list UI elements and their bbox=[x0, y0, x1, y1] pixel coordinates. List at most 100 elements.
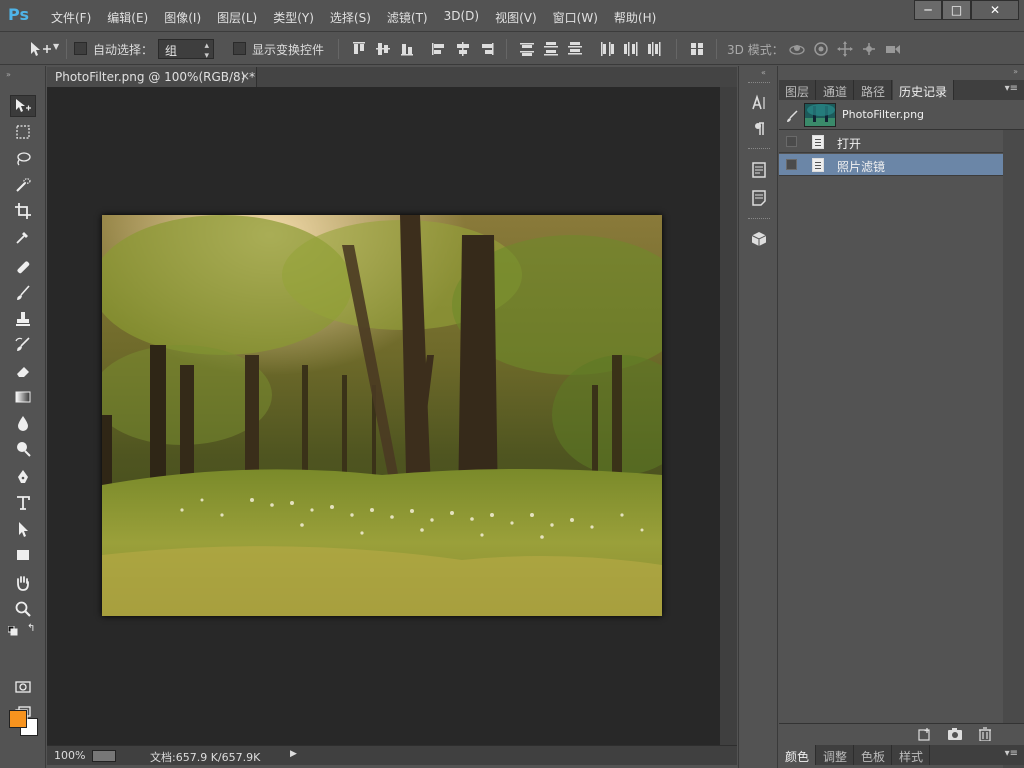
tab-swatches[interactable]: 色板 bbox=[855, 745, 893, 765]
dock-collapse-icon[interactable]: « bbox=[761, 68, 766, 77]
tab-history[interactable]: 历史记录 bbox=[893, 80, 955, 100]
new-document-from-state-icon[interactable] bbox=[917, 727, 933, 741]
minimize-button[interactable]: ─ bbox=[914, 0, 942, 20]
history-source-checkbox[interactable] bbox=[786, 136, 797, 147]
zoom-tool-icon[interactable] bbox=[10, 598, 36, 620]
align-vcenter-icon[interactable] bbox=[374, 40, 392, 58]
new-snapshot-icon[interactable] bbox=[947, 727, 963, 741]
distribute-bottom-icon[interactable] bbox=[566, 40, 584, 58]
tab-channels[interactable]: 通道 bbox=[817, 80, 855, 100]
history-item-selected[interactable]: 照片滤镜 bbox=[779, 154, 1003, 176]
maximize-button[interactable]: □ bbox=[942, 0, 971, 20]
shape-tool-icon[interactable] bbox=[10, 544, 36, 566]
distribute-vcenter-icon[interactable] bbox=[542, 40, 560, 58]
align-hcenter-icon[interactable] bbox=[454, 40, 472, 58]
tab-paths[interactable]: 路径 bbox=[855, 80, 893, 100]
align-right-icon[interactable] bbox=[478, 40, 496, 58]
swap-colors-icon[interactable]: ↰ bbox=[27, 623, 35, 634]
move-tool-icon[interactable] bbox=[10, 95, 36, 117]
panel-menu-icon[interactable]: ▾≡ bbox=[1005, 83, 1018, 94]
character-panel-icon[interactable] bbox=[748, 92, 770, 114]
3d-panel-icon[interactable] bbox=[748, 228, 770, 250]
properties-panel-icon[interactable] bbox=[748, 159, 770, 181]
menu-select[interactable]: 选择(S) bbox=[322, 9, 379, 26]
move-tool-preset-icon[interactable] bbox=[26, 40, 51, 58]
tab-adjustments[interactable]: 调整 bbox=[817, 745, 855, 765]
close-button[interactable]: ✕ bbox=[971, 0, 1019, 20]
vertical-scrollbar[interactable] bbox=[720, 87, 737, 745]
zoom-level[interactable]: 100% bbox=[54, 749, 85, 762]
menu-filter[interactable]: 滤镜(T) bbox=[379, 9, 436, 26]
align-left-icon[interactable] bbox=[430, 40, 448, 58]
history-item[interactable]: 打开 bbox=[779, 131, 1003, 153]
3d-roll-icon[interactable] bbox=[812, 40, 830, 58]
tab-styles[interactable]: 样式 bbox=[893, 745, 931, 765]
menu-window[interactable]: 窗口(W) bbox=[545, 9, 606, 26]
3d-orbit-icon[interactable] bbox=[788, 40, 806, 58]
distribute-hcenter-icon[interactable] bbox=[622, 40, 640, 58]
panel-collapse-icon[interactable]: » bbox=[6, 70, 11, 79]
type-tool-icon[interactable] bbox=[10, 492, 36, 514]
3d-slide-icon[interactable] bbox=[860, 40, 878, 58]
menu-view[interactable]: 视图(V) bbox=[487, 9, 545, 26]
bottom-panel-menu-icon[interactable]: ▾≡ bbox=[1005, 748, 1018, 759]
align-top-icon[interactable] bbox=[350, 40, 368, 58]
gradient-tool-icon[interactable] bbox=[10, 386, 36, 408]
delete-state-icon[interactable] bbox=[977, 727, 993, 742]
menu-3d[interactable]: 3D(D) bbox=[436, 9, 487, 26]
menu-help[interactable]: 帮助(H) bbox=[606, 9, 664, 26]
distribute-top-icon[interactable] bbox=[518, 40, 536, 58]
history-brush-tool-icon[interactable] bbox=[10, 334, 36, 356]
lasso-tool-icon[interactable] bbox=[10, 148, 36, 170]
quick-select-tool-icon[interactable] bbox=[10, 174, 36, 196]
status-menu-arrow-icon[interactable]: ▶ bbox=[290, 749, 297, 759]
healing-brush-tool-icon[interactable] bbox=[10, 256, 36, 278]
divider bbox=[338, 39, 339, 59]
path-select-tool-icon[interactable] bbox=[10, 518, 36, 540]
3d-scale-icon[interactable] bbox=[884, 40, 902, 58]
options-bar: ▼ 自动选择： 组 ▴ ▾ 显示变换控件 3D 模式： bbox=[0, 33, 1024, 65]
eyedropper-tool-icon[interactable] bbox=[10, 226, 36, 248]
notes-panel-icon[interactable] bbox=[748, 187, 770, 209]
document-tab-bar: PhotoFilter.png @ 100%(RGB/8) * × bbox=[47, 67, 737, 87]
close-document-icon[interactable]: × bbox=[240, 69, 250, 83]
dodge-tool-icon[interactable] bbox=[10, 438, 36, 460]
menu-type[interactable]: 类型(Y) bbox=[265, 9, 322, 26]
menu-file[interactable]: 文件(F) bbox=[43, 9, 99, 26]
menu-layer[interactable]: 图层(L) bbox=[209, 9, 265, 26]
auto-align-icon[interactable] bbox=[688, 40, 706, 58]
history-source-checkbox[interactable] bbox=[786, 159, 797, 170]
3d-pan-icon[interactable] bbox=[836, 40, 854, 58]
eraser-tool-icon[interactable] bbox=[10, 360, 36, 382]
history-scrollbar[interactable] bbox=[1003, 130, 1024, 768]
marquee-tool-icon[interactable] bbox=[10, 121, 36, 143]
canvas-area[interactable] bbox=[47, 87, 720, 745]
distribute-right-icon[interactable] bbox=[646, 40, 664, 58]
pen-tool-icon[interactable] bbox=[10, 466, 36, 488]
align-bottom-icon[interactable] bbox=[398, 40, 416, 58]
auto-select-dropdown[interactable]: 组 ▴ ▾ bbox=[158, 39, 214, 61]
history-snapshot[interactable]: PhotoFilter.png bbox=[779, 100, 1024, 130]
menu-image[interactable]: 图像(I) bbox=[156, 9, 209, 26]
document-image[interactable] bbox=[102, 215, 662, 616]
show-transform-checkbox[interactable] bbox=[233, 42, 246, 55]
crop-tool-icon[interactable] bbox=[10, 200, 36, 222]
brush-tool-icon[interactable] bbox=[10, 282, 36, 304]
clone-stamp-tool-icon[interactable] bbox=[10, 308, 36, 330]
tab-layers[interactable]: 图层 bbox=[779, 80, 817, 100]
history-item-label: 打开 bbox=[837, 137, 862, 151]
tab-color[interactable]: 颜色 bbox=[779, 745, 817, 765]
history-brush-source-icon[interactable] bbox=[785, 109, 799, 123]
panel-collapse-icon[interactable]: » bbox=[1013, 67, 1018, 76]
menu-edit[interactable]: 编辑(E) bbox=[99, 9, 156, 26]
blur-tool-icon[interactable] bbox=[10, 412, 36, 434]
paragraph-panel-icon[interactable] bbox=[748, 118, 770, 140]
foreground-color-swatch[interactable] bbox=[9, 710, 27, 728]
preset-dropdown-arrow[interactable]: ▼ bbox=[53, 42, 59, 51]
distribute-left-icon[interactable] bbox=[598, 40, 616, 58]
document-tab[interactable]: PhotoFilter.png @ 100%(RGB/8) * × bbox=[47, 67, 257, 87]
auto-select-checkbox[interactable] bbox=[74, 42, 87, 55]
quick-mask-icon[interactable] bbox=[10, 676, 36, 698]
default-colors-icon[interactable] bbox=[7, 625, 18, 636]
hand-tool-icon[interactable] bbox=[10, 572, 36, 594]
